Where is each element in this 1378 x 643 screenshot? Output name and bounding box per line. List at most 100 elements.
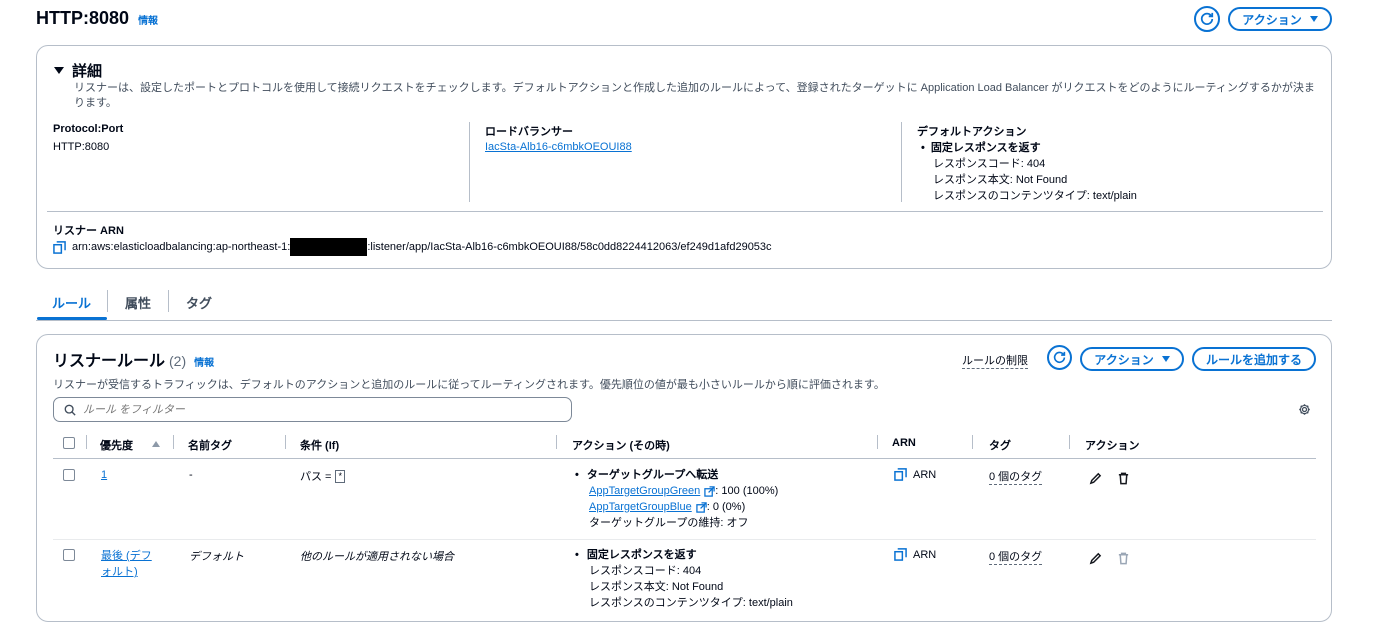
tab-attributes[interactable]: 属性 <box>125 293 151 312</box>
stickiness: ターゲットグループの維持: オフ <box>589 517 749 529</box>
actions-dropdown-button[interactable]: アクション <box>1228 7 1332 31</box>
rule-limits-link[interactable]: ルールの制限 <box>962 352 1028 369</box>
rule-action: • 固定レスポンスを返す レスポンスコード: 404 レスポンス本文: Not F… <box>575 547 793 611</box>
caret-down-icon <box>54 67 64 74</box>
select-all-checkbox[interactable] <box>63 437 75 449</box>
edit-pencil-icon[interactable] <box>1089 472 1102 485</box>
refresh-rules-button[interactable] <box>1047 345 1072 370</box>
tab-tags[interactable]: タグ <box>186 293 212 312</box>
sort-ascending-icon[interactable] <box>152 441 160 447</box>
column-header-actions: アクション <box>1085 440 1140 452</box>
refresh-icon <box>1200 12 1214 25</box>
rules-filter-input[interactable] <box>83 403 553 416</box>
column-header-action: アクション (その時) <box>572 440 670 452</box>
load-balancer-link[interactable]: IacSta-Alb16-c6mbkOEOUI88 <box>485 141 632 153</box>
external-link-icon[interactable] <box>696 501 707 513</box>
add-rule-button[interactable]: ルールを追加する <box>1192 347 1316 371</box>
refresh-button[interactable] <box>1194 6 1220 32</box>
copy-icon[interactable] <box>53 240 66 254</box>
details-heading: 詳細 <box>72 63 103 80</box>
column-divider <box>285 435 286 449</box>
table-row: 最後 (デフォルト) デフォルト 他のルールが適用されない場合 • 固定レスポンス… <box>53 540 1316 618</box>
caret-down-icon <box>1309 16 1318 22</box>
default-action-details: • 固定レスポンスを返す レスポンスコード: 404 レスポンス本文: Not F… <box>921 140 1137 204</box>
rule-tags[interactable]: 0 個のタグ <box>989 468 1043 485</box>
settings-gear-icon[interactable] <box>1298 403 1311 416</box>
divider <box>469 122 470 202</box>
tab-rules[interactable]: ルール <box>52 293 91 312</box>
rule-priority-link[interactable]: 最後 (デフォルト) <box>101 548 161 580</box>
row-checkbox[interactable] <box>63 469 75 481</box>
default-action-body: レスポンス本文: Not Found <box>933 174 1068 186</box>
rule-action-title: • 固定レスポンスを返す <box>575 549 697 561</box>
rules-title: リスナールール (2) 情報 <box>53 353 215 370</box>
target-group-blue: AppTargetGroupBlue : 0 (0%) <box>589 499 746 515</box>
rules-actions-button[interactable]: アクション <box>1080 347 1184 371</box>
load-balancer-label: ロードバランサー <box>485 126 573 138</box>
rules-table-header: 優先度 名前タグ 条件 (If) アクション (その時) ARN タグ アクショ… <box>53 433 1316 459</box>
rule-condition: パス = * <box>300 468 345 484</box>
tabs: ルール 属性 タグ <box>36 284 1332 322</box>
redacted-account-id <box>290 238 368 256</box>
column-divider <box>86 435 87 449</box>
delete-trash-icon-disabled <box>1118 552 1129 565</box>
default-action-label: デフォルトアクション <box>917 126 1027 138</box>
target-group-blue-link[interactable]: AppTargetGroupBlue <box>589 499 692 515</box>
condition-value: * <box>335 469 345 483</box>
rule-name-tag: デフォルト <box>189 551 244 563</box>
rule-condition: 他のルールが適用されない場合 <box>300 551 454 563</box>
column-header-condition: 条件 (If) <box>300 440 340 452</box>
info-link[interactable]: 情報 <box>194 354 214 369</box>
tabs-underline <box>36 320 1332 321</box>
rule-tags[interactable]: 0 個のタグ <box>989 548 1043 565</box>
copy-icon[interactable] <box>894 548 907 561</box>
rule-action: • ターゲットグループへ転送 AppTargetGroupGreen : 100 … <box>575 467 779 531</box>
table-row: 1 - パス = * • ターゲットグループへ転送 AppTargetGroupG… <box>53 460 1316 540</box>
column-divider <box>1069 435 1070 449</box>
rule-arn[interactable]: ARN <box>894 548 936 561</box>
listener-arn-suffix: :listener/app/IacSta-Alb16-c6mbkOEOUI88/… <box>367 241 772 253</box>
info-link[interactable]: 情報 <box>138 16 158 27</box>
column-divider <box>173 435 174 449</box>
column-header-tags: タグ <box>989 440 1011 452</box>
rule-action-title: • ターゲットグループへ転送 <box>575 469 719 481</box>
listener-arn-row: arn:aws:elasticloadbalancing:ap-northeas… <box>53 238 772 256</box>
listener-rules-panel: リスナールール (2) 情報 ルールの制限 アクション ルールを追加する リスナ… <box>36 334 1332 622</box>
protocol-port-label: Protocol:Port <box>53 123 124 135</box>
rule-arn[interactable]: ARN <box>894 468 936 481</box>
rule-name-tag: - <box>189 469 193 481</box>
column-divider <box>877 435 878 449</box>
listener-arn-prefix: arn:aws:elasticloadbalancing:ap-northeas… <box>72 241 291 253</box>
listener-arn-label: リスナー ARN <box>53 225 124 237</box>
edit-pencil-icon[interactable] <box>1089 552 1102 565</box>
default-action-title: • 固定レスポンスを返す <box>921 142 1041 154</box>
caret-down-icon <box>1161 356 1170 362</box>
divider <box>47 211 1323 212</box>
response-content-type: レスポンスのコンテンツタイプ: text/plain <box>589 597 793 609</box>
response-code: レスポンスコード: 404 <box>589 565 702 577</box>
page-title: HTTP:8080 情報 <box>36 8 159 28</box>
column-divider <box>556 435 557 449</box>
search-icon <box>64 404 76 416</box>
external-link-icon[interactable] <box>704 485 716 497</box>
default-action-code: レスポンスコード: 404 <box>933 158 1046 170</box>
tab-divider <box>168 290 169 312</box>
rules-description: リスナーが受信するトラフィックは、デフォルトのアクションと追加のルールに従ってル… <box>53 379 885 391</box>
details-toggle[interactable]: 詳細 <box>54 60 102 81</box>
copy-icon[interactable] <box>894 468 907 481</box>
row-checkbox[interactable] <box>63 549 75 561</box>
column-header-arn: ARN <box>892 437 916 449</box>
default-action-type: レスポンスのコンテンツタイプ: text/plain <box>933 190 1137 202</box>
response-body: レスポンス本文: Not Found <box>589 581 724 593</box>
column-divider <box>972 435 973 449</box>
protocol-port-value: HTTP:8080 <box>53 141 110 153</box>
divider <box>901 122 902 202</box>
header-underline <box>53 458 1316 459</box>
delete-trash-icon[interactable] <box>1117 472 1130 485</box>
target-group-green-link[interactable]: AppTargetGroupGreen <box>589 483 700 499</box>
column-header-priority[interactable]: 優先度 <box>100 437 133 453</box>
target-group-green: AppTargetGroupGreen : 100 (100%) <box>589 483 779 499</box>
rules-count: (2) <box>169 353 187 369</box>
rules-filter-box <box>53 397 572 422</box>
rule-priority-link[interactable]: 1 <box>101 469 107 481</box>
